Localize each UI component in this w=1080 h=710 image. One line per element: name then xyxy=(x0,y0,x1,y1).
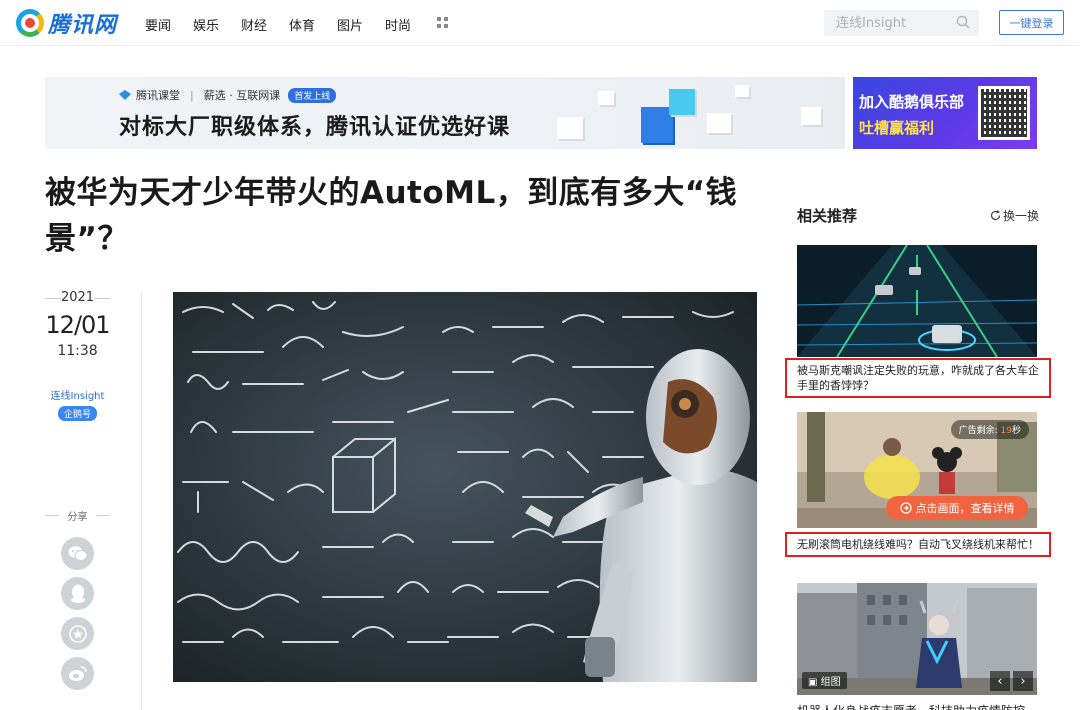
article-hero-image xyxy=(173,292,757,682)
banner-brand-row: 腾讯课堂 | 薪选 · 互联网课 首发上线 xyxy=(119,87,337,103)
weibo-icon xyxy=(68,666,87,681)
autonomous-car-image xyxy=(797,245,1037,357)
recommend-image-3[interactable]: ▣ 组图 ‹ › xyxy=(797,583,1037,695)
recommend-ad-image[interactable]: 广告剩余: 19秒 点击画面，查看详情 xyxy=(797,412,1037,528)
robot-chalkboard-illustration xyxy=(173,292,757,682)
banner-brand: 腾讯课堂 xyxy=(136,89,180,102)
logo-icon xyxy=(16,9,44,37)
banner-tag: 首发上线 xyxy=(288,87,337,103)
ad-countdown: 广告剩余: 19秒 xyxy=(950,420,1029,439)
recommend-caption-3[interactable]: 机器人化身战疫志愿者，科技助力疫情防控 xyxy=(797,702,1025,710)
ad-detail-label: 点击画面，查看详情 xyxy=(915,502,1015,515)
nav-item-finance[interactable]: 财经 xyxy=(241,15,289,34)
decor-cube xyxy=(707,113,731,133)
share-qq-button[interactable] xyxy=(61,577,94,610)
club-banner-line1: 加入酷鹅俱乐部 xyxy=(859,93,965,111)
tencent-class-icon xyxy=(119,90,131,100)
publish-date: 12/01 xyxy=(45,311,110,339)
nav-item-pictures[interactable]: 图片 xyxy=(337,15,385,34)
related-title: 相关推荐 xyxy=(797,207,858,225)
share-label: 分享 xyxy=(45,508,110,523)
article-title: 被华为天才少年带火的AutoML，到底有多大“钱景”？ xyxy=(45,175,738,257)
search-box xyxy=(824,10,979,36)
nav-item-sports[interactable]: 体育 xyxy=(289,15,337,34)
ad-seconds: 19 xyxy=(1000,426,1012,436)
decor-cube xyxy=(598,91,614,105)
search-icon[interactable] xyxy=(956,15,970,29)
search-input[interactable] xyxy=(824,10,944,36)
chevron-right-icon: › xyxy=(1020,673,1026,689)
publish-year: 2021 xyxy=(45,290,110,305)
author-name[interactable]: 连线Insight xyxy=(45,387,110,402)
banner-sub-brand: 薪选 · 互联网课 xyxy=(203,89,281,102)
share-weibo-button[interactable] xyxy=(61,657,94,690)
gallery-next-button[interactable]: › xyxy=(1013,671,1033,691)
article-meta: 2021 12/01 11:38 连线Insight 企鹅号 xyxy=(45,290,111,421)
ad-countdown-unit: 秒 xyxy=(1011,426,1021,436)
logo-text: 腾讯网 xyxy=(48,13,118,38)
author-badge: 企鹅号 xyxy=(57,406,97,421)
qq-penguin-icon xyxy=(70,584,85,603)
banner-headline: 对标大厂职级体系，腾讯认证优选好课 xyxy=(119,115,511,140)
star-icon xyxy=(68,624,87,643)
publish-time: 11:38 xyxy=(57,343,98,359)
gallery-icon: ▣ xyxy=(808,677,818,688)
nav-item-entertainment[interactable]: 娱乐 xyxy=(193,15,241,34)
qr-code-icon xyxy=(978,86,1030,140)
course-ad-banner[interactable]: 腾讯课堂 | 薪选 · 互联网课 首发上线 对标大厂职级体系，腾讯认证优选好课 xyxy=(45,77,845,149)
nav-item-fashion[interactable]: 时尚 xyxy=(385,15,433,34)
main-nav: 要闻 娱乐 财经 体育 图片 时尚 xyxy=(145,15,433,34)
decor-cube xyxy=(801,107,821,125)
recommend-caption-2[interactable]: 无刷滚筒电机绕线难吗？自动飞叉绕线机来帮忙！ xyxy=(785,532,1051,557)
nav-item-news[interactable]: 要闻 xyxy=(145,15,193,34)
more-menu-icon[interactable] xyxy=(437,17,448,28)
ad-countdown-label: 广告剩余: xyxy=(958,426,998,436)
refresh-button[interactable]: 换一换 xyxy=(990,207,1039,224)
decor-cube xyxy=(557,117,583,139)
share-wechat-button[interactable] xyxy=(61,537,94,570)
refresh-icon xyxy=(990,210,1001,221)
share-favorite-button[interactable] xyxy=(61,617,94,650)
wechat-icon xyxy=(68,546,87,561)
club-banner-line2: 吐槽赢福利 xyxy=(859,119,935,137)
recommend-image-1[interactable] xyxy=(797,245,1037,357)
recommend-caption-1[interactable]: 被马斯克嘲讽注定失败的玩意，咋就成了各大车企手里的香饽饽？ xyxy=(785,358,1051,398)
banner-separator: | xyxy=(190,88,194,102)
gallery-prev-button[interactable]: ‹ xyxy=(990,671,1010,691)
site-logo[interactable]: 腾讯网 xyxy=(16,7,117,39)
club-ad-banner[interactable]: 加入酷鹅俱乐部 吐槽赢福利 xyxy=(853,77,1037,149)
gallery-tag-label: 组图 xyxy=(820,677,841,688)
decor-cube xyxy=(669,89,695,115)
meta-divider xyxy=(141,292,142,710)
gallery-tag: ▣ 组图 xyxy=(802,672,847,689)
ad-detail-button[interactable]: 点击画面，查看详情 xyxy=(886,496,1028,520)
login-button[interactable]: 一键登录 xyxy=(999,10,1064,35)
arrow-circle-icon xyxy=(899,502,912,514)
top-navigation-bar: 腾讯网 要闻 娱乐 财经 体育 图片 时尚 一键登录 xyxy=(0,0,1080,46)
decor-cube xyxy=(735,85,749,97)
chevron-left-icon: ‹ xyxy=(997,673,1003,689)
refresh-label: 换一换 xyxy=(1003,209,1040,223)
